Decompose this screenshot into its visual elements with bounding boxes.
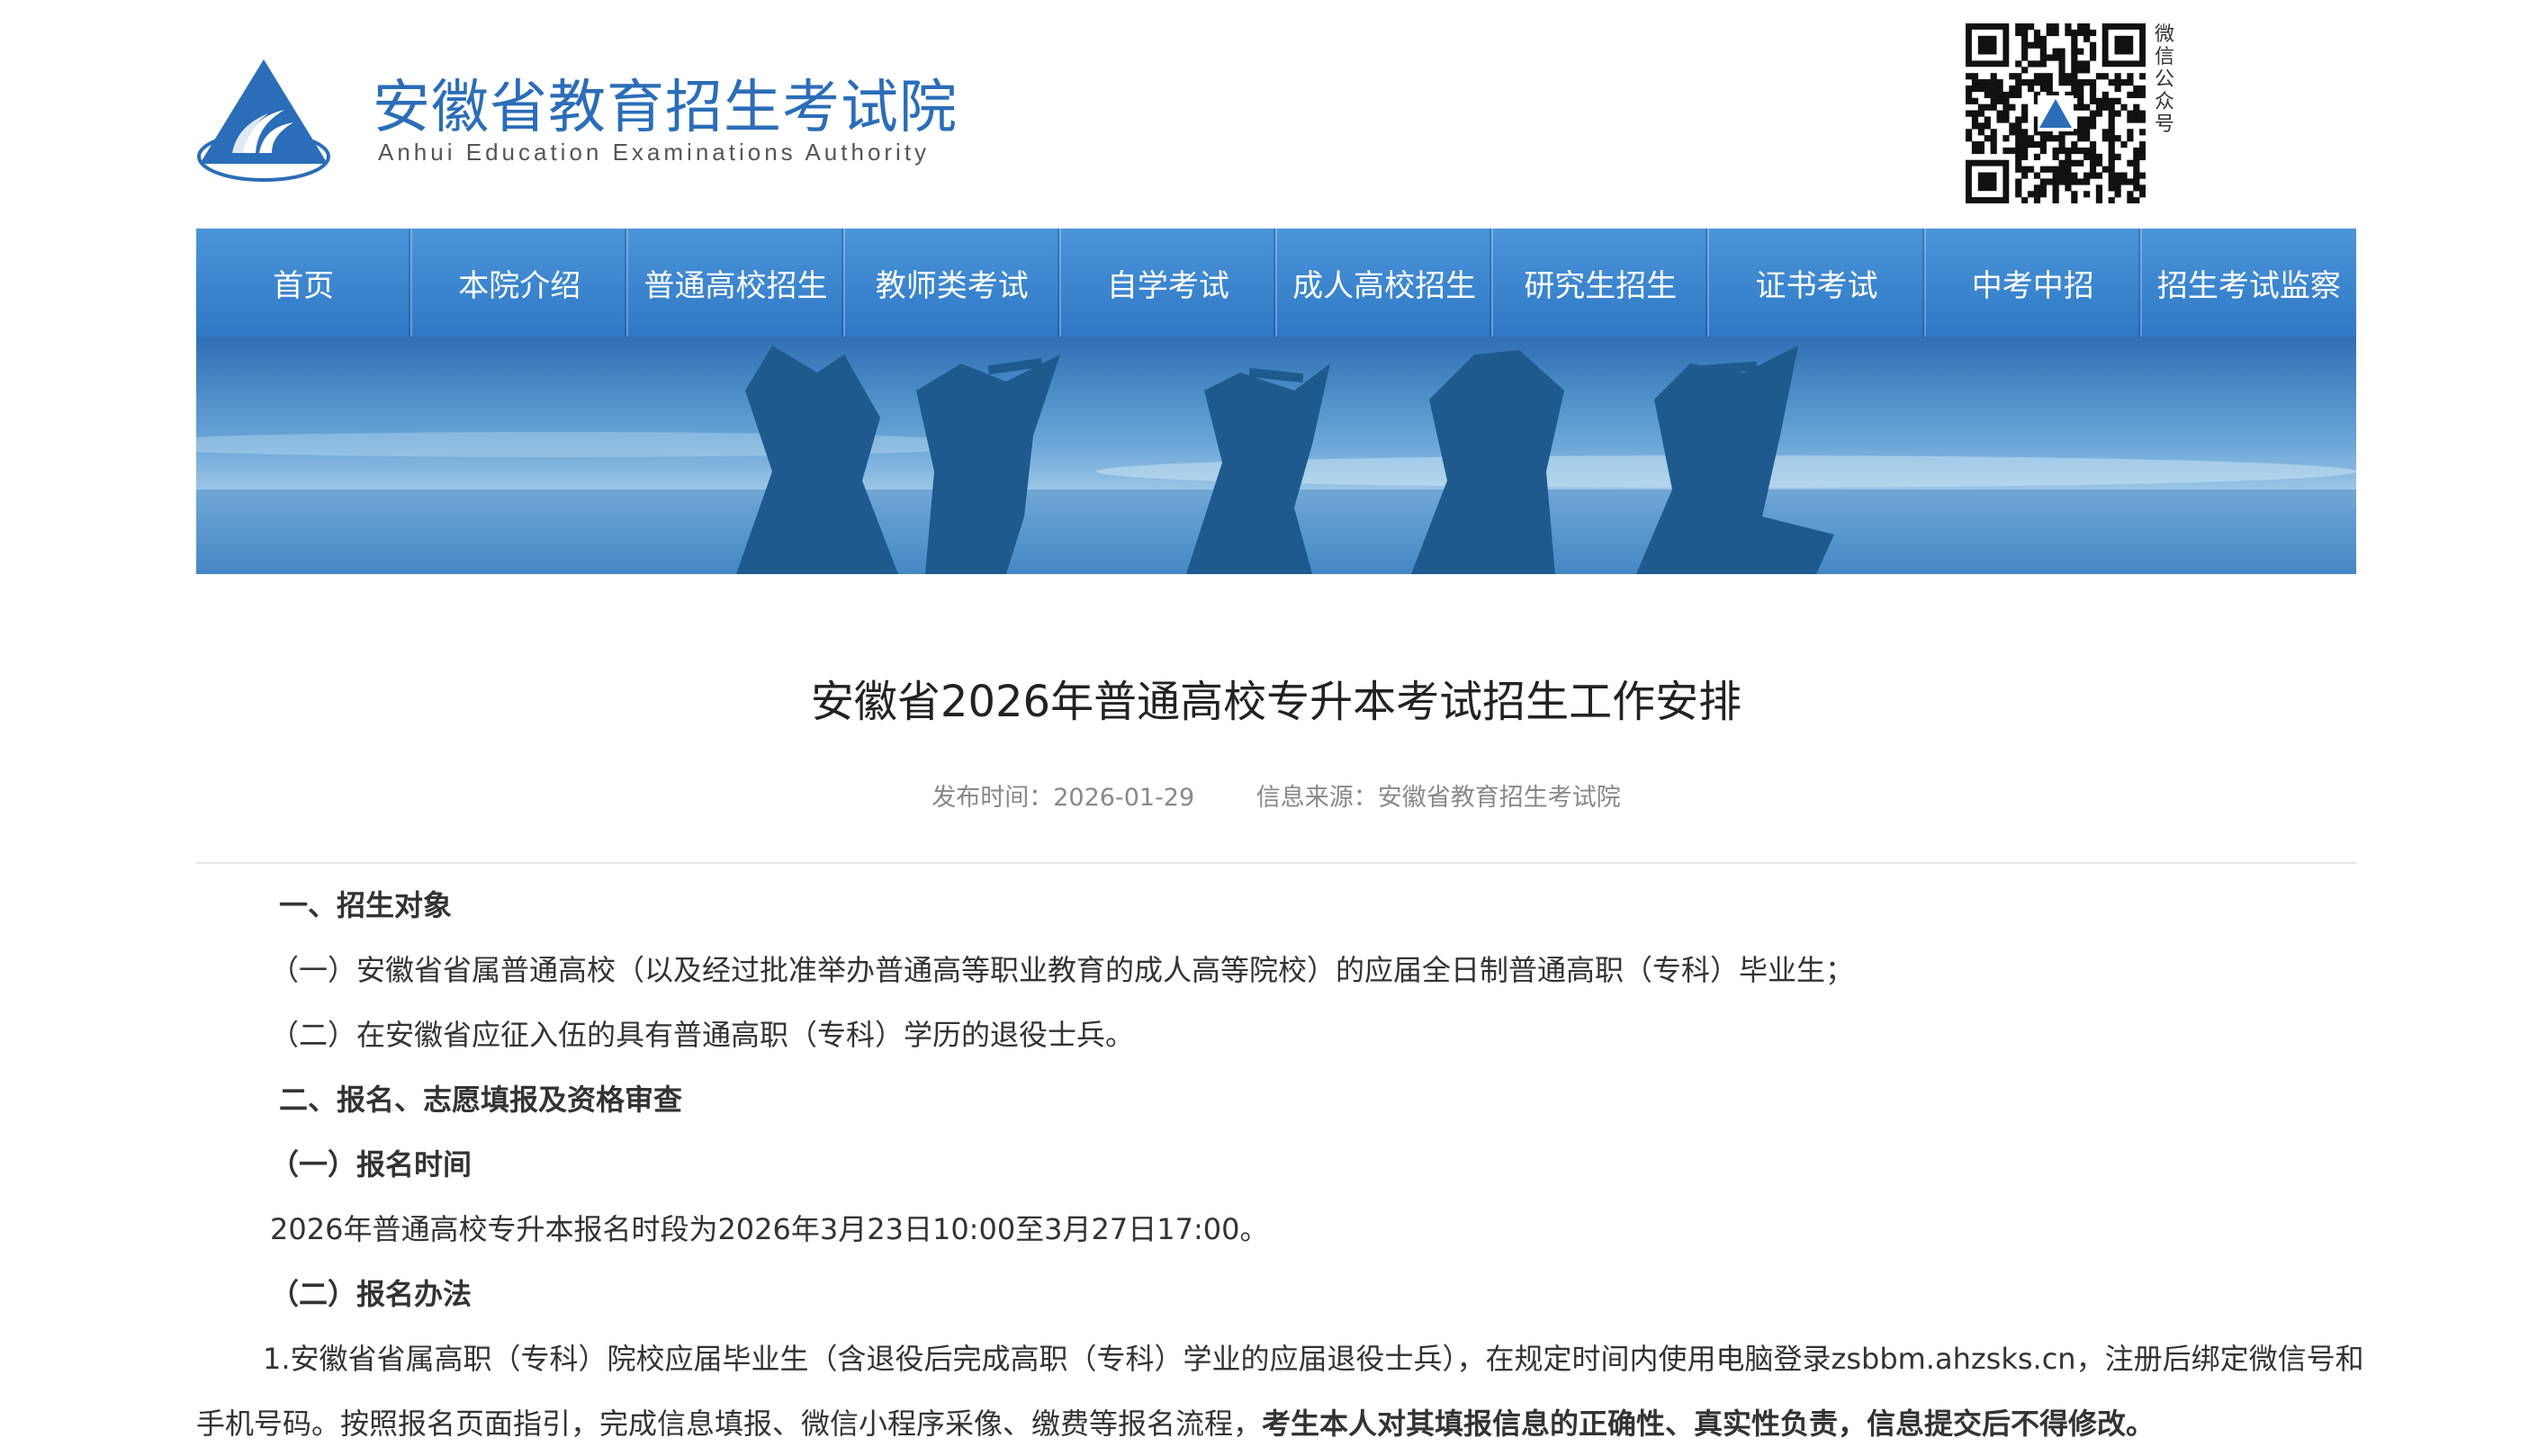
nav-item-general-admission[interactable]: 普通高校招生	[628, 229, 845, 337]
nav-item-high-school-admission[interactable]: 中考中招	[1926, 229, 2142, 337]
article-meta: 发布时间：2026-01-29 信息来源：安徽省教育招生考试院	[196, 777, 2356, 813]
logo-icon[interactable]	[196, 56, 331, 184]
site-title[interactable]: 安徽省教育招生考试院	[373, 61, 958, 144]
nav-item-adult-admission[interactable]: 成人高校招生	[1277, 229, 1494, 337]
wechat-qr-code	[1966, 23, 2146, 203]
nav-item-certificate-exam[interactable]: 证书考试	[1709, 229, 1926, 337]
site-header: 安徽省教育招生考试院 Anhui Education Examinations …	[196, 0, 2356, 229]
paragraph: （一）安徽省省属普通高校（以及经过批准举办普通高等职业教育的成人高等院校）的应届…	[270, 953, 1855, 987]
nav-item-home[interactable]: 首页	[196, 229, 413, 337]
section-heading: 一、招生对象	[279, 888, 453, 922]
subsection-heading: （二）报名办法	[270, 1277, 472, 1311]
paragraph: （二）在安徽省应征入伍的具有普通高职（专科）学历的退役士兵。	[270, 1018, 1135, 1052]
banner-image	[196, 337, 2356, 574]
nav-item-supervision[interactable]: 招生考试监察	[2142, 229, 2356, 337]
paragraph: 2026年普通高校专升本报名时段为2026年3月23日10:00至3月27日17…	[270, 1212, 1269, 1246]
page: 安徽省教育招生考试院 Anhui Education Examinations …	[196, 0, 2364, 1442]
nav-item-self-study-exam[interactable]: 自学考试	[1061, 229, 1278, 337]
nav-item-about[interactable]: 本院介绍	[412, 229, 629, 337]
main-nav: 首页 本院介绍 普通高校招生 教师类考试 自学考试 成人高校招生 研究生招生 证…	[196, 229, 2356, 337]
nav-item-teacher-exam[interactable]: 教师类考试	[845, 229, 1061, 337]
qr-label: 微信公众号	[2154, 23, 2174, 136]
paragraph: 手机号码。按照报名页面指引，完成信息填报、微信小程序采像、缴费等报名流程，考生本…	[196, 1391, 2356, 1456]
paragraph-emphasis: 考生本人对其填报信息的正确性、真实性负责，信息提交后不得修改。	[1262, 1407, 2156, 1441]
article-body: 一、招生对象 （一）安徽省省属普通高校（以及经过批准举办普通高等职业教育的成人高…	[196, 873, 2364, 1456]
paragraph: 1.安徽省省属高职（专科）院校应届毕业生（含退役后完成高职（专科）学业的应届退役…	[263, 1342, 2364, 1376]
article-title: 安徽省2026年普通高校专升本考试招生工作安排	[810, 677, 1742, 727]
paragraph-text: 手机号码。按照报名页面指引，完成信息填报、微信小程序采像、缴费等报名流程，	[196, 1407, 1263, 1441]
info-source: 信息来源：安徽省教育招生考试院	[1256, 784, 1621, 812]
divider	[196, 862, 2356, 864]
site-subtitle: Anhui Education Examinations Authority	[378, 139, 931, 166]
section-heading: 二、报名、志愿填报及资格审查	[279, 1083, 683, 1117]
publish-time: 发布时间：2026-01-29	[932, 784, 1195, 812]
nav-item-graduate-admission[interactable]: 研究生招生	[1493, 229, 1710, 337]
subsection-heading: （一）报名时间	[270, 1147, 472, 1182]
